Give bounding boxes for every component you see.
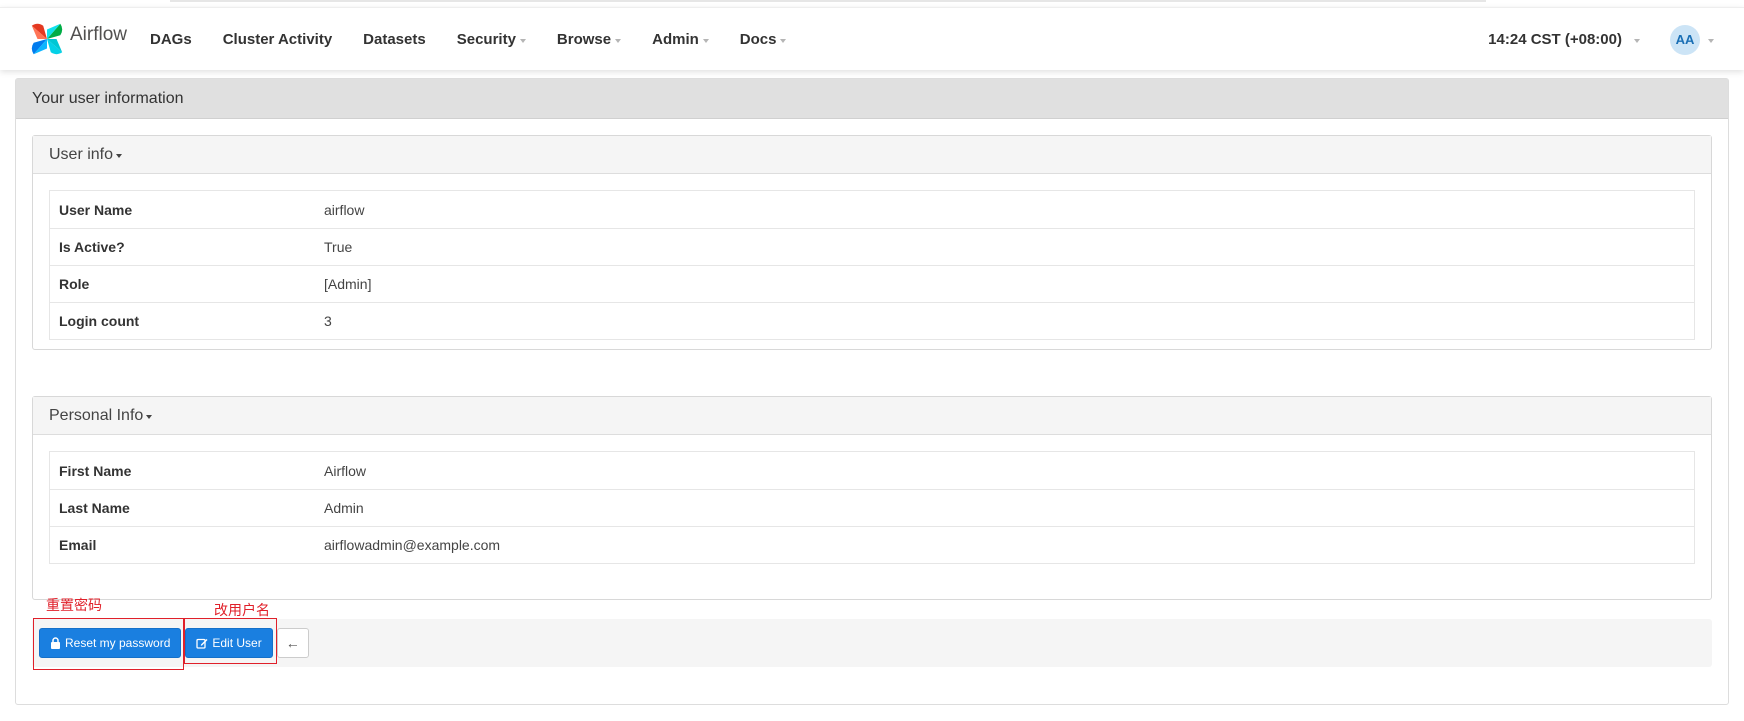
row-key: First Name	[59, 462, 132, 479]
user-avatar[interactable]: AA	[1670, 24, 1700, 55]
caret-down-icon	[116, 153, 123, 158]
nav-cluster-activity[interactable]: Cluster Activity	[223, 31, 332, 48]
nav-dags-label: DAGs	[150, 31, 192, 48]
table-row: Login count 3	[50, 302, 1694, 339]
caret-down-icon	[702, 38, 709, 43]
row-value: Admin	[324, 500, 364, 516]
annotation-reset-label: 重置密码	[46, 598, 102, 614]
nav-cluster-activity-label: Cluster Activity	[222, 31, 333, 48]
table-row: Role [Admin]	[50, 265, 1694, 302]
clock-label: 14:24 CST (+08:00)	[1488, 31, 1622, 48]
caret-down-icon	[615, 38, 622, 43]
caret-down-icon	[146, 414, 153, 419]
page-title: Your user information	[16, 79, 1728, 119]
personal-info-heading: Personal Info	[49, 406, 144, 424]
reset-password-label: Reset my password	[65, 636, 171, 650]
row-key: Is Active?	[59, 239, 125, 255]
row-value: [Admin]	[324, 276, 372, 292]
row-key: Email	[59, 537, 97, 553]
caret-down-icon	[1634, 38, 1640, 43]
back-button[interactable]: ←	[276, 628, 309, 658]
row-value: airflowadmin@example.com	[324, 537, 501, 553]
caret-down-icon	[780, 38, 787, 43]
user-info-heading: User info	[49, 145, 114, 163]
nav-browse-label: Browse	[556, 31, 612, 48]
personal-info-toggle[interactable]: Personal Info	[33, 397, 1711, 435]
main-nav: DAGs Cluster Activity Datasets Security …	[150, 8, 817, 71]
table-row: Last Name Admin	[50, 489, 1694, 526]
table-row: Email airflowadmin@example.com	[50, 526, 1694, 563]
edit-icon	[196, 638, 208, 649]
nav-docs[interactable]: Docs	[740, 31, 787, 48]
reset-password-button[interactable]: Reset my password	[39, 628, 182, 658]
lock-icon	[51, 637, 60, 649]
arrow-left-icon: ←	[285, 635, 300, 651]
nav-security[interactable]: Security	[457, 31, 526, 48]
table-row: First Name Airflow	[50, 452, 1694, 489]
user-info-toggle[interactable]: User info	[33, 136, 1711, 174]
row-value: True	[324, 239, 353, 255]
edit-user-button[interactable]: Edit User	[185, 628, 273, 658]
top-divider	[170, 0, 1486, 2]
table-row: Is Active? True	[50, 228, 1694, 265]
caret-down-icon	[519, 38, 526, 43]
row-key: Role	[59, 276, 90, 292]
row-key: Login count	[59, 313, 140, 329]
row-value: 3	[324, 313, 332, 329]
nav-admin-label: Admin	[652, 31, 699, 48]
row-key: Last Name	[59, 500, 130, 516]
nav-datasets-label: Datasets	[363, 31, 426, 48]
caret-down-icon[interactable]	[1708, 38, 1714, 43]
airflow-logo-icon	[31, 23, 63, 55]
personal-info-table: First Name Airflow Last Name Admin Email…	[49, 451, 1695, 564]
annotation-edit-label: 改用户名	[214, 603, 270, 619]
avatar-initials: AA	[1675, 32, 1695, 47]
navbar: Airflow DAGs Cluster Activity Datasets S…	[0, 7, 1744, 70]
personal-info-section: Personal Info First Name Airflow Last Na…	[32, 396, 1712, 600]
action-bar: Reset my password Edit User ←	[32, 619, 1712, 667]
nav-right: 14:24 CST (+08:00) AA	[1488, 8, 1714, 71]
row-value: Airflow	[324, 462, 367, 479]
timezone-dropdown[interactable]: 14:24 CST (+08:00)	[1488, 31, 1640, 48]
nav-security-label: Security	[456, 31, 516, 48]
row-key: User Name	[59, 201, 133, 218]
edit-user-label: Edit User	[212, 636, 262, 650]
nav-admin[interactable]: Admin	[652, 31, 709, 48]
nav-datasets[interactable]: Datasets	[363, 31, 426, 48]
user-info-section: User info User Name airflow Is Active? T…	[32, 135, 1712, 350]
user-info-table: User Name airflow Is Active? True Role […	[49, 190, 1695, 340]
brand-link[interactable]: Airflow	[28, 18, 127, 60]
nav-browse[interactable]: Browse	[556, 31, 622, 48]
row-value: airflow	[324, 201, 365, 218]
nav-dags[interactable]: DAGs	[150, 31, 192, 48]
brand-name: Airflow	[70, 24, 128, 45]
user-info-panel: Your user information User info User Nam…	[15, 78, 1729, 705]
nav-docs-label: Docs	[739, 31, 777, 48]
table-row: User Name airflow	[50, 191, 1694, 228]
